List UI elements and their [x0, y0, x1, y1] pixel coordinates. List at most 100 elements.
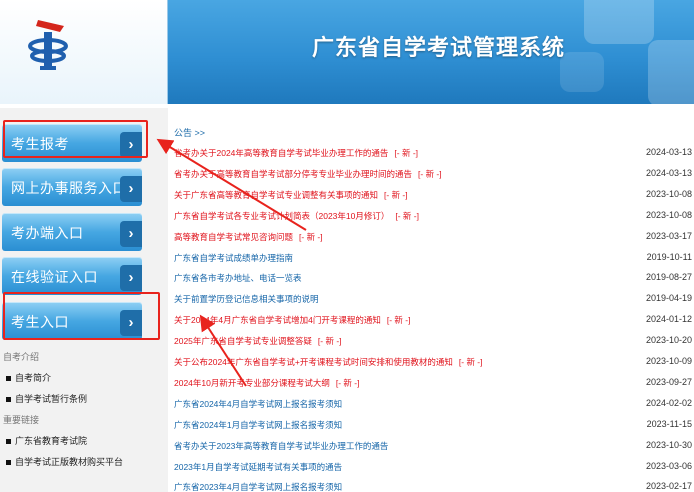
notice-link[interactable]: 广东省2023年4月自学考试网上报名报考须知 [174, 481, 342, 492]
notice-panel: 公告 >> 省考办关于2024年高等教育自学考试毕业办理工作的通告 [- 新 -]… [168, 108, 694, 492]
notice-title: 高等教育自学考试常见咨询问题 [174, 231, 294, 242]
chevron-right-icon: › [120, 221, 142, 247]
link-label: 自学考试暂行条例 [15, 394, 88, 404]
notice-row: 关于广东省高等教育自学考试专业调整有关事项的通知 [- 新 -] 2023-10-0… [174, 189, 692, 210]
notice-date: 2019-04-19 [645, 293, 692, 304]
new-badge: [- 新 -] [458, 357, 483, 367]
puzzle-decoration [584, 0, 654, 44]
new-badge: [- 新 -] [299, 231, 323, 242]
notice-row: 关于公布2024年广东省自学考试+开考课程考试时间安排和使用教材的通知 [- 新 … [174, 356, 692, 377]
notice-title: 关于前置学历登记信息相关事项的说明 [174, 294, 319, 305]
bullet-square-icon [6, 439, 11, 445]
new-badge: [- 新 -] [384, 189, 408, 200]
notice-date: 2023-10-20 [645, 335, 692, 346]
notice-title: 广东省2024年4月自学考试网上报名报考须知 [174, 398, 343, 409]
bullet-square-icon [6, 397, 11, 403]
notice-heading: 公告 >> [174, 128, 206, 138]
notice-row: 广东省2024年4月自学考试网上报名报考须知 2024-02-02 [174, 398, 692, 419]
notice-link[interactable]: 关于公布2024年广东省自学考试+开考课程考试时间安排和使用教材的通知 [- 新 … [174, 356, 483, 368]
notice-title: 关于广东省高等教育自学考试专业调整有关事项的通知 [174, 189, 379, 200]
notice-title: 关于2024年4月广东省自学考试增加4门开考课程的通知 [174, 315, 381, 326]
notice-title: 2024年10月新开考专业部分课程考试大纲 [174, 377, 330, 388]
notice-row: 省考办关于2024年高等教育自学考试毕业办理工作的通告 [- 新 -] 2024-0… [174, 147, 692, 168]
link-regulations[interactable]: 自学考试暂行条例 [6, 392, 87, 405]
new-badge: [- 新 -] [394, 148, 419, 158]
notice-title: 广东省自学考试成绩单办理指南 [174, 252, 294, 263]
notice-date: 2023-10-08 [645, 209, 692, 220]
system-title: 广东省自学考试管理系统 [312, 35, 566, 60]
notice-title: 省考办关于2023年高等教育自学考试毕业办理工作的通告 [174, 440, 389, 451]
notice-title: 2025年广东省自学考试专业调整答疑 [174, 336, 312, 347]
chevron-right-icon: › [120, 265, 142, 291]
notice-link[interactable]: 省考办关于高等教育自学考试部分停考专业毕业办理时间的通告 [- 新 -] [174, 168, 442, 180]
notice-title: 广东省2023年4月自学考试网上报名报考须知 [174, 482, 343, 492]
notice-link[interactable]: 2025年广东省自学考试专业调整答疑 [- 新 -] [174, 335, 342, 347]
link-label: 广东省教育考试院 [15, 436, 88, 446]
notice-link[interactable]: 关于2024年4月广东省自学考试增加4门开考课程的通知 [- 新 -] [174, 314, 410, 326]
notice-link[interactable]: 广东省各市考办地址、电话一览表 [174, 272, 302, 284]
notice-row: 2023年1月自学考试延期考试有关事项的通告 2023-03-06 [174, 461, 692, 482]
header-banner: 广东省自学考试管理系统 [0, 0, 694, 104]
section-title-links: 重要链接 [3, 415, 40, 425]
notice-title: 广东省自学考试各专业考试计划简表（2023年10月修订） [174, 210, 390, 221]
bullet-square-icon [6, 376, 11, 382]
notice-link[interactable]: 2024年10月新开考专业部分课程考试大纲 [- 新 -] [174, 377, 359, 389]
nav-label: 网上办事服务入口 [11, 180, 127, 196]
highlight-box-apply-exam [3, 120, 148, 158]
notice-row: 广东省自学考试成绩单办理指南 2019-10-11 [174, 252, 692, 273]
new-badge: [- 新 -] [418, 168, 442, 179]
notice-row: 广东省2023年4月自学考试网上报名报考须知 2023-02-17 [174, 481, 692, 492]
link-label: 自考简介 [15, 373, 52, 383]
notice-link[interactable]: 关于广东省高等教育自学考试专业调整有关事项的通知 [- 新 -] [174, 189, 408, 201]
bullet-square-icon [6, 460, 11, 466]
nav-label: 在线验证入口 [11, 269, 98, 285]
notice-date: 2023-09-27 [645, 376, 692, 387]
notice-title: 广东省各市考办地址、电话一览表 [174, 273, 302, 284]
link-intro[interactable]: 自考简介 [6, 371, 51, 384]
notice-row: 广东省2024年1月自学考试网上报名报考须知 2023-11-15 [174, 419, 692, 440]
notice-link[interactable]: 省考办关于2023年高等教育自学考试毕业办理工作的通告 [174, 440, 388, 452]
notice-date: 2024-01-12 [645, 314, 692, 325]
notice-date: 2024-03-13 [645, 167, 692, 178]
notice-link[interactable]: 广东省自学考试各专业考试计划简表（2023年10月修订） [- 新 -] [174, 210, 419, 222]
nav-button-office-portal[interactable]: 考办端入口 › [2, 213, 142, 251]
notice-date: 2019-08-27 [645, 272, 692, 283]
new-badge: [- 新 -] [317, 336, 342, 347]
notice-title: 省考办关于高等教育自学考试部分停考专业毕业办理时间的通告 [174, 168, 413, 179]
notice-date: 2024-02-02 [645, 397, 692, 408]
notice-title: 关于公布2024年广东省自学考试+开考课程考试时间安排和使用教材的通知 [174, 357, 453, 367]
link-label: 自学考试正版教材购买平台 [15, 457, 124, 467]
notice-row: 2024年10月新开考专业部分课程考试大纲 [- 新 -] 2023-09-27 [174, 377, 692, 398]
notice-date: 2023-03-06 [645, 460, 692, 471]
highlight-box-student-portal [3, 292, 160, 340]
notice-date: 2023-03-17 [645, 230, 692, 241]
notice-link[interactable]: 高等教育自学考试常见咨询问题 [- 新 -] [174, 231, 323, 243]
notice-link[interactable]: 广东省2024年1月自学考试网上报名报考须知 [174, 419, 342, 431]
new-badge: [- 新 -] [335, 377, 360, 388]
notice-row: 省考办关于2023年高等教育自学考试毕业办理工作的通告 2023-10-30 [174, 440, 692, 461]
notice-date: 2023-10-08 [645, 188, 692, 199]
section-title-intro: 自考介绍 [3, 352, 40, 362]
notice-row: 省考办关于高等教育自学考试部分停考专业毕业办理时间的通告 [- 新 -] 2024-… [174, 168, 692, 189]
notice-date: 2023-10-09 [645, 356, 692, 366]
notice-link[interactable]: 2023年1月自学考试延期考试有关事项的通告 [174, 461, 342, 473]
notice-link[interactable]: 广东省自学考试成绩单办理指南 [174, 252, 293, 264]
notice-link[interactable]: 关于前置学历登记信息相关事项的说明 [174, 293, 319, 305]
notice-date: 2023-10-30 [645, 439, 692, 450]
notice-row: 关于2024年4月广东省自学考试增加4门开考课程的通知 [- 新 -] 2024-0… [174, 314, 692, 335]
notice-title: 省考办关于2024年高等教育自学考试毕业办理工作的通告 [174, 148, 389, 158]
link-textbook-platform[interactable]: 自学考试正版教材购买平台 [6, 455, 123, 468]
notice-row: 关于前置学历登记信息相关事项的说明 2019-04-19 [174, 293, 692, 314]
notice-row: 高等教育自学考试常见咨询问题 [- 新 -] 2023-03-17 [174, 231, 692, 252]
link-exam-institute[interactable]: 广东省教育考试院 [6, 434, 87, 447]
notice-title: 2023年1月自学考试延期考试有关事项的通告 [174, 461, 343, 472]
notice-link[interactable]: 省考办关于2024年高等教育自学考试毕业办理工作的通告 [- 新 -] [174, 147, 418, 159]
puzzle-decoration [560, 52, 604, 92]
notice-row: 广东省自学考试各专业考试计划简表（2023年10月修订） [- 新 -] 2023-… [174, 210, 692, 231]
notice-link[interactable]: 广东省2024年4月自学考试网上报名报考须知 [174, 398, 342, 410]
nav-button-online-verify[interactable]: 在线验证入口 › [2, 257, 142, 295]
notice-row: 2025年广东省自学考试专业调整答疑 [- 新 -] 2023-10-20 [174, 335, 692, 356]
nav-button-online-service[interactable]: 网上办事服务入口 › [2, 168, 142, 206]
notice-date: 2019-10-11 [646, 251, 692, 262]
nav-label: 考办端入口 [11, 225, 84, 241]
